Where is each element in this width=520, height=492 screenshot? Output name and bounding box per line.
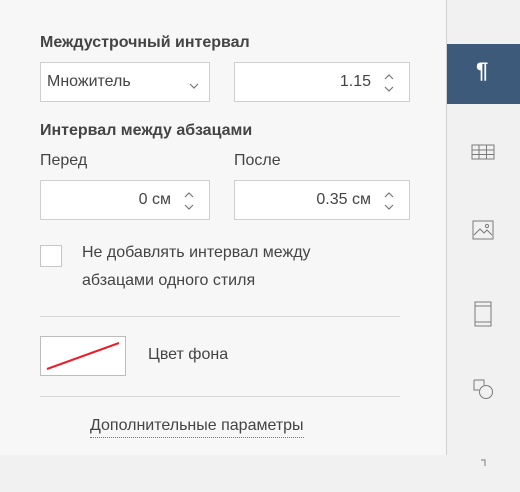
advanced-settings-link[interactable]: Дополнительные параметры (90, 417, 304, 438)
paragraph-settings-tab[interactable]: ¶ (447, 44, 520, 104)
divider (40, 316, 400, 317)
shape-settings-tab[interactable] (447, 358, 520, 418)
spacing-before-value: 0 см (138, 191, 171, 208)
spacing-after-input[interactable]: 0.35 см (234, 180, 410, 220)
no-space-same-style-checkbox[interactable] (40, 245, 62, 267)
line-spacing-heading: Междустрочный интервал (40, 34, 250, 51)
paragraph-settings-panel: Междустрочный интервал Множитель 1.15 Ин… (0, 0, 447, 455)
pilcrow-icon: ¶ (476, 58, 489, 83)
right-sidebar: ¶ (447, 0, 520, 466)
spacing-after-label: После (234, 152, 281, 169)
image-icon (472, 220, 494, 240)
line-spacing-mode-select[interactable]: Множитель (40, 62, 210, 102)
background-color-picker[interactable] (40, 336, 126, 376)
no-fill-icon (46, 342, 120, 370)
spacing-before-spinner[interactable] (183, 189, 195, 213)
spacing-after-spinner[interactable] (383, 189, 395, 213)
no-space-label-line1: Не добавлять интервал между (82, 244, 311, 261)
header-footer-settings-tab[interactable] (447, 282, 520, 342)
signature-settings-tab[interactable] (447, 432, 520, 492)
chevron-down-icon (189, 77, 199, 95)
signature-icon (481, 459, 486, 466)
paragraph-spacing-heading: Интервал между абзацами (40, 122, 253, 139)
table-settings-tab[interactable] (447, 124, 520, 184)
line-spacing-value: 1.15 (339, 73, 371, 90)
no-space-label-line2: абзацами одного стиля (82, 272, 256, 289)
line-spacing-spinner[interactable] (383, 71, 395, 95)
divider (40, 396, 400, 397)
shapes-icon (473, 379, 493, 399)
line-spacing-mode-value: Множитель (47, 73, 131, 90)
line-spacing-value-input[interactable]: 1.15 (234, 62, 410, 102)
spacing-after-value: 0.35 см (316, 191, 371, 208)
background-color-label: Цвет фона (148, 346, 229, 363)
table-icon (471, 144, 495, 160)
page-icon (474, 301, 492, 327)
spacing-before-input[interactable]: 0 см (40, 180, 210, 220)
spacing-before-label: Перед (40, 152, 88, 169)
image-settings-tab[interactable] (447, 200, 520, 260)
